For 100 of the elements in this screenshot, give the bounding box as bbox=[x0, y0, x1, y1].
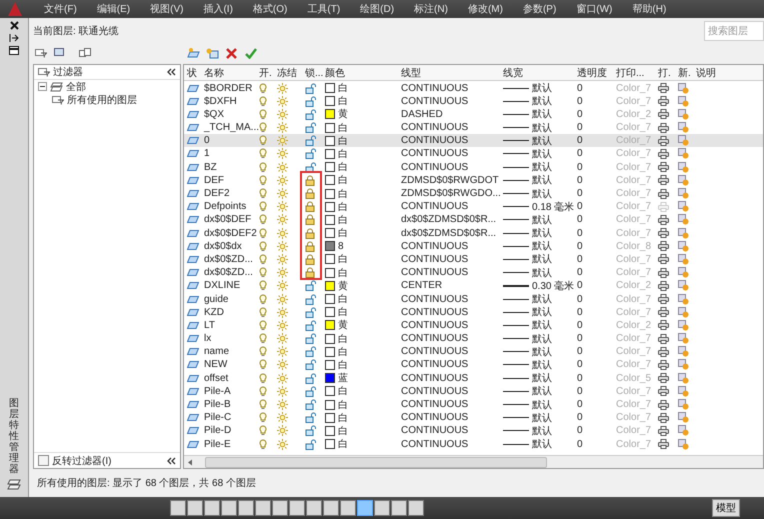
status-toggle[interactable] bbox=[374, 500, 390, 516]
color-swatch[interactable] bbox=[325, 334, 335, 344]
viewport-freeze-icon[interactable] bbox=[678, 174, 689, 186]
color-swatch[interactable] bbox=[325, 373, 335, 384]
menu-item[interactable]: 文件(F) bbox=[44, 2, 77, 16]
menu-item[interactable]: 格式(O) bbox=[252, 2, 288, 16]
column-header[interactable]: 状 bbox=[184, 66, 201, 80]
open-lock-icon[interactable] bbox=[305, 162, 317, 173]
layer-row[interactable]: guide 白 CONTINUOUS 默认 0 Color_7 bbox=[184, 292, 763, 306]
printer-icon[interactable] bbox=[658, 214, 669, 225]
color-swatch[interactable] bbox=[325, 162, 335, 172]
scrollbar-thumb[interactable] bbox=[205, 456, 547, 468]
column-header[interactable]: 打印... bbox=[613, 66, 655, 80]
open-lock-icon[interactable] bbox=[305, 148, 317, 160]
printer-icon[interactable] bbox=[658, 320, 669, 330]
closed-lock-icon[interactable] bbox=[305, 201, 315, 212]
color-swatch[interactable] bbox=[325, 109, 335, 120]
viewport-freeze-icon[interactable] bbox=[678, 306, 689, 318]
viewport-freeze-icon[interactable] bbox=[678, 228, 689, 239]
properties-icon[interactable] bbox=[9, 46, 19, 55]
lightbulb-icon[interactable] bbox=[259, 280, 267, 292]
layer-row[interactable]: $DXFH 白 CONTINUOUS 默认 0 Color_7 bbox=[184, 94, 763, 108]
viewport-freeze-icon[interactable] bbox=[678, 188, 689, 199]
viewport-freeze-icon[interactable] bbox=[678, 96, 689, 107]
lightbulb-icon[interactable] bbox=[259, 228, 267, 239]
printer-icon[interactable] bbox=[658, 109, 669, 120]
printer-icon[interactable] bbox=[658, 148, 669, 159]
viewport-freeze-icon[interactable] bbox=[678, 280, 689, 292]
collapse-icon[interactable] bbox=[38, 82, 47, 91]
open-lock-icon[interactable] bbox=[305, 122, 317, 134]
color-swatch[interactable] bbox=[325, 386, 335, 396]
sun-icon[interactable] bbox=[277, 425, 288, 436]
sun-icon[interactable] bbox=[277, 82, 288, 94]
lightbulb-icon[interactable] bbox=[259, 306, 267, 318]
lightbulb-icon[interactable] bbox=[259, 333, 267, 344]
collapse-button[interactable] bbox=[167, 66, 176, 78]
lightbulb-icon[interactable] bbox=[259, 372, 267, 384]
menu-item[interactable]: 窗口(W) bbox=[576, 2, 612, 16]
lightbulb-icon[interactable] bbox=[259, 188, 267, 199]
layer-row[interactable]: DXLINE 黄 CENTER 0.30 毫米 0 Color_2 bbox=[184, 278, 763, 292]
sun-icon[interactable] bbox=[277, 267, 288, 278]
color-swatch[interactable] bbox=[325, 268, 335, 278]
color-swatch[interactable] bbox=[325, 426, 335, 436]
open-lock-icon[interactable] bbox=[305, 108, 317, 120]
lightbulb-icon[interactable] bbox=[259, 96, 267, 107]
status-toggle[interactable] bbox=[255, 500, 271, 516]
viewport-freeze-icon[interactable] bbox=[678, 135, 689, 146]
search-field[interactable]: 搜索图层 bbox=[704, 21, 764, 41]
sun-icon[interactable] bbox=[277, 372, 288, 384]
invert-checkbox[interactable] bbox=[38, 455, 49, 466]
viewport-freeze-icon[interactable] bbox=[678, 386, 689, 397]
sun-icon[interactable] bbox=[277, 122, 288, 134]
viewport-freeze-icon[interactable] bbox=[678, 162, 689, 173]
status-toggle[interactable] bbox=[340, 500, 356, 516]
status-toggle[interactable] bbox=[306, 500, 322, 516]
lightbulb-icon[interactable] bbox=[259, 425, 267, 436]
color-swatch[interactable] bbox=[325, 439, 335, 450]
open-lock-icon[interactable] bbox=[305, 135, 317, 146]
viewport-freeze-icon[interactable] bbox=[678, 294, 689, 304]
closed-lock-icon[interactable] bbox=[305, 228, 315, 239]
printer-icon[interactable] bbox=[658, 241, 669, 252]
column-header[interactable]: 说明 bbox=[693, 66, 763, 80]
closed-lock-icon[interactable] bbox=[305, 214, 315, 226]
menu-item[interactable]: 视图(V) bbox=[150, 2, 184, 16]
printer-icon[interactable] bbox=[658, 136, 669, 146]
tree-item[interactable]: 全部 bbox=[66, 80, 86, 94]
printer-icon[interactable] bbox=[658, 373, 669, 384]
layer-row[interactable]: name 白 CONTINUOUS 默认 0 Color_7 bbox=[184, 344, 763, 358]
printer-icon[interactable] bbox=[658, 83, 669, 93]
delete-button[interactable] bbox=[224, 46, 239, 60]
layer-row[interactable]: NEW 白 CONTINUOUS 默认 0 Color_7 bbox=[184, 358, 763, 372]
printer-icon[interactable] bbox=[658, 412, 669, 423]
viewport-freeze-icon[interactable] bbox=[678, 82, 689, 94]
sun-icon[interactable] bbox=[277, 386, 288, 397]
status-toggle[interactable] bbox=[221, 500, 237, 516]
layer-row[interactable]: Pile-E 白 CONTINUOUS 默认 0 Color_7 bbox=[184, 437, 763, 450]
lightbulb-icon[interactable] bbox=[259, 438, 267, 450]
color-swatch[interactable] bbox=[325, 202, 335, 212]
color-swatch[interactable] bbox=[325, 280, 335, 291]
menu-item[interactable]: 修改(M) bbox=[468, 2, 503, 16]
sun-icon[interactable] bbox=[277, 399, 288, 410]
sun-icon[interactable] bbox=[277, 333, 288, 344]
viewport-freeze-icon[interactable] bbox=[678, 359, 689, 370]
new-frozen-layer-button[interactable] bbox=[205, 46, 220, 60]
lightbulb-icon[interactable] bbox=[259, 122, 267, 134]
color-swatch[interactable] bbox=[325, 122, 335, 133]
color-swatch[interactable] bbox=[325, 360, 335, 370]
printer-icon[interactable] bbox=[658, 268, 669, 278]
lightbulb-icon[interactable] bbox=[259, 162, 267, 173]
column-header[interactable]: 透明度 bbox=[574, 66, 613, 80]
sun-icon[interactable] bbox=[277, 320, 288, 331]
color-swatch[interactable] bbox=[325, 400, 335, 410]
viewport-freeze-icon[interactable] bbox=[678, 399, 689, 410]
sun-icon[interactable] bbox=[277, 240, 288, 252]
layer-row[interactable]: dx$0$DEF 白 dx$0$ZDMSD$0$R... 默认 0 Color_7 bbox=[184, 212, 763, 226]
closed-lock-icon[interactable] bbox=[305, 174, 315, 186]
open-lock-icon[interactable] bbox=[305, 412, 317, 424]
lightbulb-icon[interactable] bbox=[259, 82, 267, 94]
viewport-freeze-icon[interactable] bbox=[678, 412, 689, 424]
viewport-freeze-icon[interactable] bbox=[678, 333, 689, 344]
